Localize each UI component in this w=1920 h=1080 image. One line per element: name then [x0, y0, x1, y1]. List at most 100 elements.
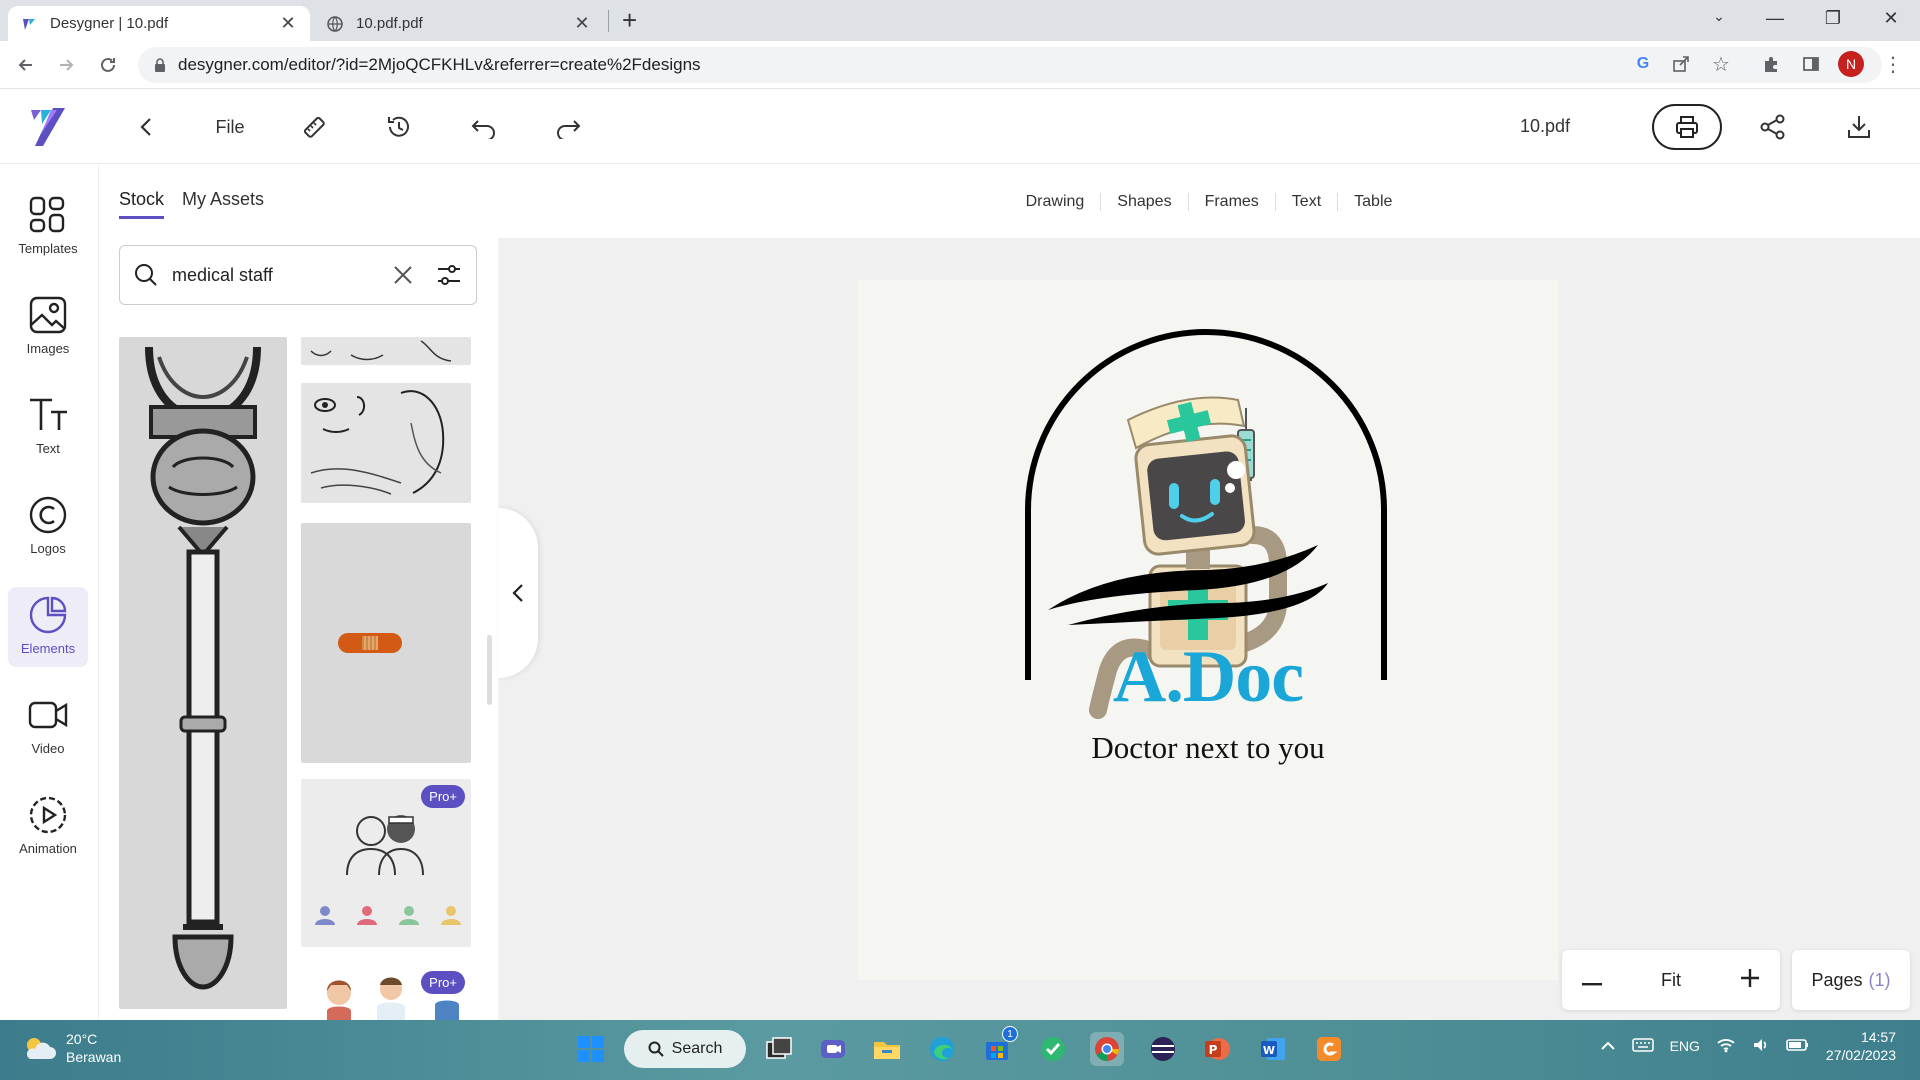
rail-item-templates[interactable]: Templates [8, 187, 88, 267]
minimize-icon[interactable]: — [1760, 8, 1790, 29]
lock-icon [154, 58, 166, 72]
redo-icon[interactable] [552, 111, 584, 143]
tab-divider [608, 10, 609, 32]
weather-desc: Berawan [66, 1049, 122, 1065]
print-button[interactable] [1652, 104, 1722, 150]
address-bar[interactable]: desygner.com/editor/?id=2MjoQCFKHLv&refe… [138, 47, 1882, 83]
design-title[interactable]: A.Doc [858, 635, 1558, 720]
microsoft-store-icon[interactable]: 1 [980, 1026, 1018, 1066]
toolbar-shapes[interactable]: Shapes [1100, 192, 1187, 211]
pages-label: Pages [1811, 969, 1863, 990]
toolbar-drawing[interactable]: Drawing [1010, 193, 1101, 211]
close-window-icon[interactable]: ✕ [1876, 8, 1906, 29]
profile-avatar[interactable]: N [1838, 51, 1864, 77]
close-tab-icon[interactable]: ✕ [278, 13, 298, 34]
design-page[interactable]: A.Doc Doctor next to you [858, 280, 1558, 980]
chevron-up-icon[interactable] [1600, 1038, 1616, 1054]
tab-stock[interactable]: Stock [119, 189, 165, 219]
pdf-app-icon[interactable] [1312, 1032, 1346, 1066]
rail-item-images[interactable]: Images [8, 287, 88, 367]
search-input[interactable]: medical staff [172, 265, 392, 286]
toolbar-table[interactable]: Table [1337, 192, 1408, 211]
sidepanel-icon[interactable] [1798, 51, 1824, 77]
teams-icon[interactable] [816, 1032, 850, 1066]
extensions-icon[interactable] [1758, 51, 1784, 77]
weather-widget[interactable]: 20°C Berawan [22, 1030, 121, 1066]
collapse-panel-button[interactable] [498, 508, 538, 678]
clock-date: 27/02/2023 [1825, 1047, 1896, 1063]
restore-icon[interactable]: ❐ [1818, 8, 1848, 29]
elements-icon [29, 596, 67, 634]
wifi-icon[interactable] [1716, 1037, 1736, 1056]
eclipse-icon[interactable] [1146, 1032, 1180, 1066]
file-explorer-icon[interactable] [870, 1032, 904, 1066]
reload-icon[interactable] [94, 51, 122, 79]
desygner-logo-icon[interactable] [26, 104, 70, 148]
zoom-control: Fit [1562, 950, 1780, 1010]
asset-thumbnail-scepter[interactable] [119, 337, 287, 1009]
toolbar-frames[interactable]: Frames [1187, 192, 1275, 211]
powerpoint-icon[interactable]: P [1200, 1032, 1234, 1066]
filter-icon[interactable] [436, 263, 462, 287]
tab-search-chevron-icon[interactable]: ⌄ [1704, 8, 1734, 25]
back-icon[interactable] [12, 51, 40, 79]
search-field[interactable]: medical staff [119, 245, 477, 305]
chrome-icon[interactable] [1090, 1032, 1124, 1066]
asset-thumbnail-sketch-face[interactable] [301, 383, 471, 503]
left-rail: Templates Images Text Logos Elements Vid… [0, 165, 98, 1020]
share-icon[interactable] [1668, 51, 1694, 77]
forward-icon[interactable] [52, 51, 80, 79]
tab-pdf[interactable]: 10.pdf.pdf ✕ [314, 6, 604, 41]
ruler-icon[interactable] [298, 111, 330, 143]
zoom-fit-button[interactable]: Fit [1661, 970, 1681, 991]
rail-item-text[interactable]: Text [8, 387, 88, 467]
images-icon [29, 296, 67, 334]
design-subtitle[interactable]: Doctor next to you [858, 730, 1558, 766]
taskbar-search[interactable]: Search [624, 1030, 746, 1068]
volume-icon[interactable] [1752, 1037, 1770, 1056]
battery-icon[interactable] [1786, 1038, 1810, 1055]
edge-icon[interactable] [925, 1032, 959, 1066]
language-indicator[interactable]: ENG [1670, 1038, 1700, 1054]
bookmark-star-icon[interactable]: ☆ [1708, 51, 1734, 77]
logo-illustration[interactable] [858, 280, 1558, 980]
asset-thumbnail-people[interactable]: Pro+ [301, 965, 471, 1020]
tab-my-assets[interactable]: My Assets [182, 189, 264, 219]
clock[interactable]: 14:57 27/02/2023 [1826, 1028, 1896, 1064]
browser-menu-icon[interactable]: ⋮ [1880, 51, 1906, 77]
rail-item-animation[interactable]: Animation [8, 787, 88, 867]
rail-item-logos[interactable]: Logos [8, 487, 88, 567]
download-icon[interactable] [1842, 111, 1876, 143]
video-icon [28, 701, 68, 729]
asset-thumbnail-sketch-top[interactable] [301, 337, 471, 365]
toolbar-text[interactable]: Text [1274, 192, 1337, 211]
keyboard-icon[interactable] [1631, 1037, 1654, 1055]
task-view-icon[interactable] [762, 1032, 796, 1066]
weather-temp: 20°C [66, 1031, 98, 1047]
asset-thumbnail-medical-staff[interactable]: Pro+ [301, 779, 471, 947]
new-tab-icon[interactable]: + [622, 5, 637, 36]
panel-scrollbar[interactable] [487, 635, 492, 705]
share-design-icon[interactable] [1756, 111, 1790, 143]
history-icon[interactable] [383, 111, 415, 143]
pages-button[interactable]: Pages (1) [1792, 950, 1910, 1010]
clear-search-icon[interactable] [392, 264, 414, 286]
tab-desygner[interactable]: Desygner | 10.pdf ✕ [8, 6, 310, 41]
canvas-area: Drawing Shapes Frames Text Table A.Doc D… [498, 165, 1920, 1020]
bandage-pad [362, 636, 378, 650]
file-menu-button[interactable]: File [210, 111, 250, 143]
google-translate-icon[interactable]: G [1630, 51, 1656, 77]
desygner-favicon-icon [20, 15, 38, 33]
rail-item-video[interactable]: Video [8, 687, 88, 767]
windows-start-icon[interactable] [574, 1032, 608, 1066]
asset-thumbnail-bandage[interactable] [301, 523, 471, 763]
back-chevron-icon[interactable] [132, 111, 160, 143]
zoom-out-icon[interactable] [1582, 970, 1602, 991]
rail-item-elements[interactable]: Elements [8, 587, 88, 667]
undo-icon[interactable] [468, 111, 500, 143]
close-tab-icon[interactable]: ✕ [572, 13, 592, 34]
word-icon[interactable]: W [1256, 1032, 1290, 1066]
grammarly-check-icon[interactable] [1036, 1032, 1070, 1066]
document-name[interactable]: 10.pdf [1500, 116, 1590, 137]
zoom-in-icon[interactable] [1740, 968, 1760, 993]
